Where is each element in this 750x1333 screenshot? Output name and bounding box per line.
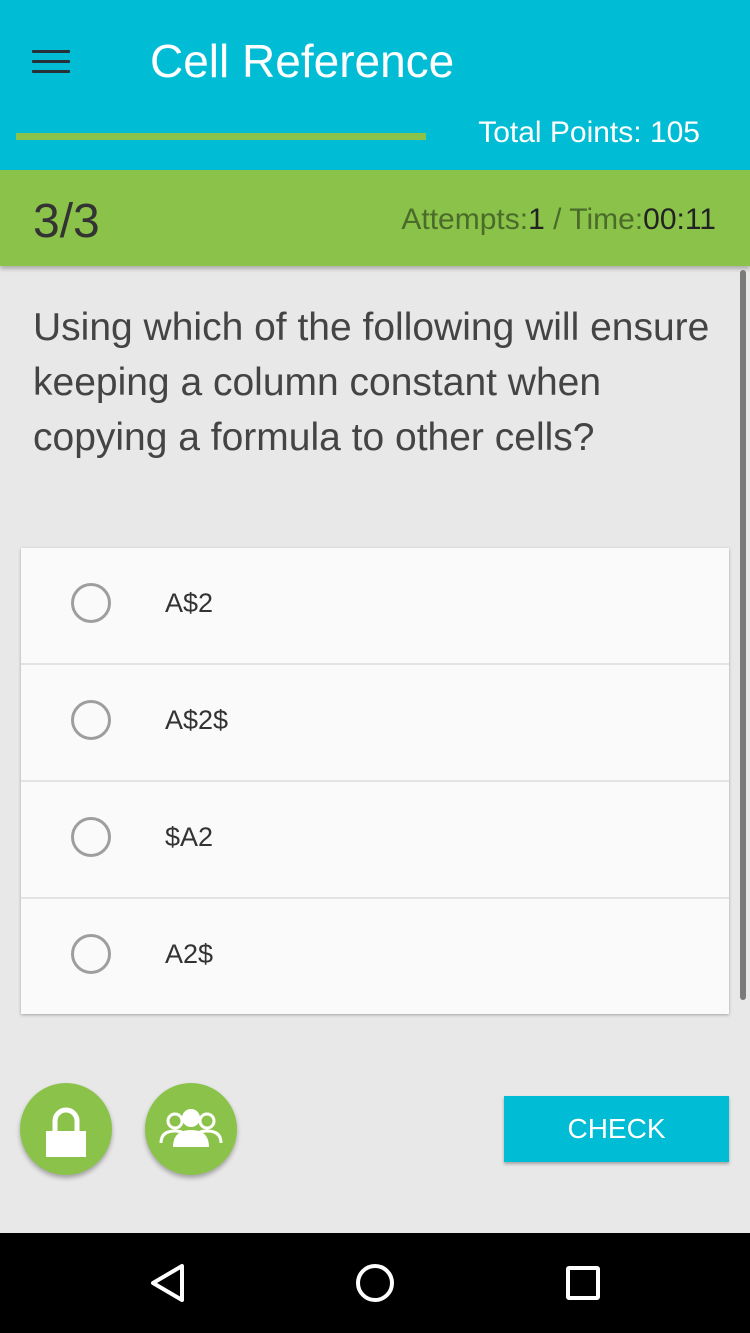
scrollbar[interactable] [740, 270, 746, 1000]
total-points: Total Points: 105 [478, 116, 700, 149]
options-list: A$2 A$2$ $A2 A2$ [21, 548, 729, 1014]
status-bar: 3/3 Attempts:1 / Time:00:11 [0, 170, 750, 266]
menu-icon-line [32, 60, 70, 63]
radio-button[interactable] [71, 817, 111, 857]
lock-button[interactable] [20, 1083, 112, 1175]
system-nav-bar [0, 1233, 750, 1333]
back-icon[interactable] [140, 1233, 200, 1333]
option-label: A2$ [165, 939, 214, 969]
option-item[interactable]: $A2 [21, 782, 729, 899]
attempts-value: 1 [528, 203, 545, 236]
radio-button[interactable] [71, 934, 111, 974]
menu-icon-line [32, 50, 70, 53]
option-item[interactable]: A$2$ [21, 665, 729, 782]
radio-button[interactable] [71, 700, 111, 740]
option-label: A$2 [165, 588, 214, 618]
home-icon[interactable] [345, 1233, 405, 1333]
option-item[interactable]: A$2 [21, 548, 729, 665]
menu-button[interactable] [32, 50, 72, 76]
question-text: Using which of the following will ensure… [33, 306, 710, 459]
page-title: Cell Reference [150, 35, 455, 87]
separator: / [544, 203, 570, 236]
recents-icon[interactable] [553, 1233, 613, 1333]
option-label: A$2$ [165, 705, 229, 735]
time-value: 00:11 [643, 203, 716, 236]
progress-bar [16, 133, 426, 140]
check-button[interactable]: CHECK [504, 1096, 729, 1162]
attempts-label: Attempts: [401, 203, 529, 236]
group-icon [159, 1109, 223, 1147]
lock-icon [46, 1107, 86, 1157]
attempts-time: Attempts:1 / Time:00:11 [401, 203, 716, 237]
app-bar: Cell Reference Total Points: 105 [0, 0, 750, 170]
radio-button[interactable] [71, 583, 111, 623]
group-button[interactable] [145, 1083, 237, 1175]
time-label: Time: [569, 203, 644, 236]
menu-icon-line [32, 70, 70, 73]
question-counter: 3/3 [33, 195, 100, 248]
progress-fill [16, 133, 426, 140]
option-item[interactable]: A2$ [21, 899, 729, 1014]
option-label: $A2 [165, 822, 214, 852]
